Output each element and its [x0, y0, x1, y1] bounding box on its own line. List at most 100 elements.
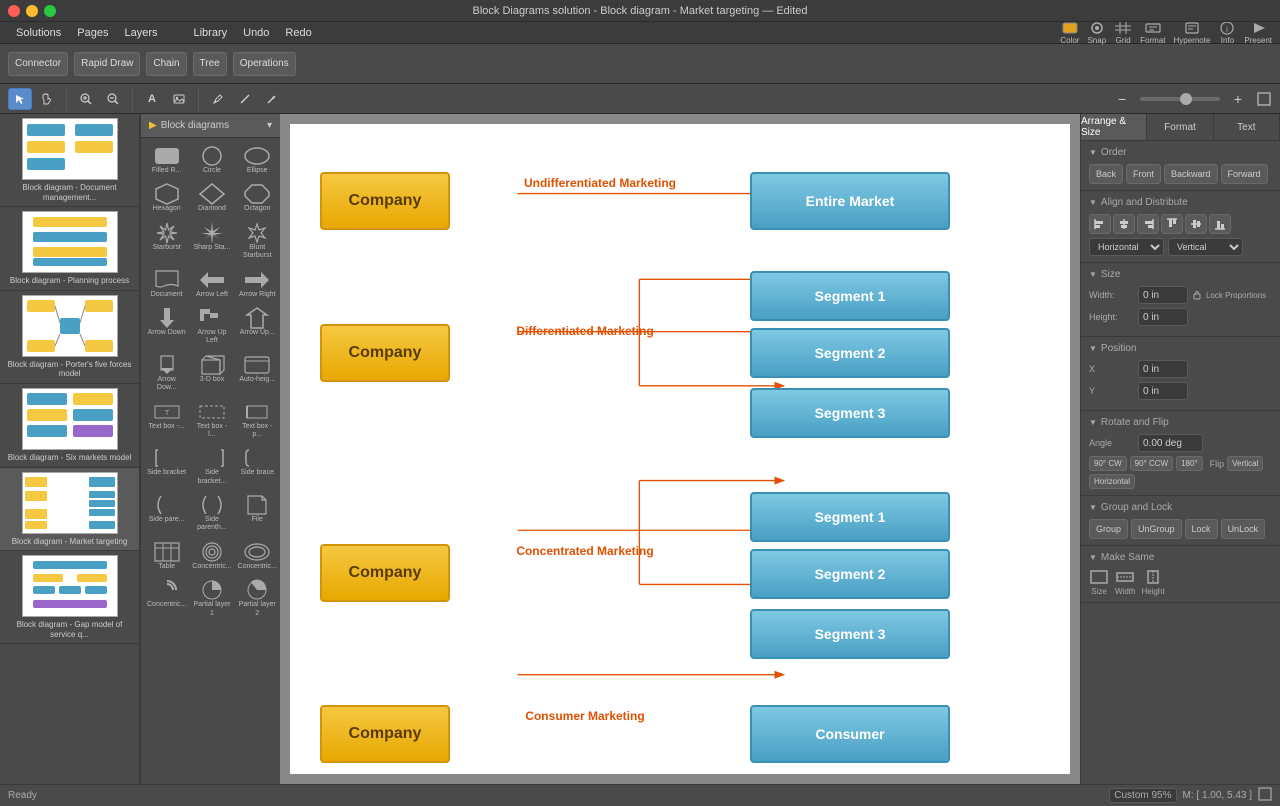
flip-vertical-btn[interactable]: Vertical [1227, 456, 1263, 471]
shape-filled-rect[interactable]: Filled R... [145, 142, 188, 178]
operations-btn[interactable]: Operations [233, 52, 296, 76]
align-bottom-btn[interactable] [1209, 214, 1231, 234]
shape-text-box2[interactable]: Text box - l... [190, 398, 233, 443]
select-tool[interactable] [8, 88, 32, 110]
image-tool[interactable] [167, 88, 191, 110]
tree-btn[interactable]: Tree [193, 52, 227, 76]
rotate-180-btn[interactable]: 180° [1176, 456, 1203, 471]
segment-3-row2[interactable]: Segment 3 [750, 388, 950, 438]
format-btn[interactable]: Format [1140, 21, 1165, 45]
shapes-menu-btn[interactable]: ▾ [267, 120, 272, 131]
forward-btn[interactable]: Forward [1221, 164, 1268, 184]
lock-btn[interactable]: Lock [1185, 519, 1218, 539]
align-vert-select[interactable]: Vertical Horizontal [1168, 238, 1243, 256]
info-btn[interactable]: i Info [1218, 21, 1236, 45]
align-center-btn[interactable] [1113, 214, 1135, 234]
segment-2-row3[interactable]: Segment 2 [750, 549, 950, 599]
align-middle-btn[interactable] [1185, 214, 1207, 234]
pen-tool[interactable] [206, 88, 230, 110]
line-tool[interactable] [233, 88, 257, 110]
shape-arrow-left[interactable]: Arrow Left [190, 266, 233, 302]
shape-side-paren[interactable]: Side pare... [145, 491, 188, 536]
shape-arrow-down3[interactable]: Arrow Dow... [145, 351, 188, 396]
shape-auto-height[interactable]: Auto-heig... [236, 351, 279, 396]
tab-format[interactable]: Format [1147, 114, 1213, 140]
y-input[interactable] [1138, 382, 1188, 400]
group-btn[interactable]: Group [1089, 519, 1128, 539]
segment-consumer[interactable]: Consumer [750, 705, 950, 763]
shape-side-paren2[interactable]: Side parenth... [190, 491, 233, 536]
shape-text-box3[interactable]: Text box - p... [236, 398, 279, 443]
shape-side-bracket2[interactable]: Side bracket... [190, 444, 233, 489]
x-input[interactable] [1138, 360, 1188, 378]
diagram-item-2[interactable]: Block diagram - Porter's five forces mod… [0, 291, 139, 384]
shape-document[interactable]: Document [145, 266, 188, 302]
shape-arrow-up-left[interactable]: Arrow Up Left [190, 304, 233, 349]
rotate-90ccw-btn[interactable]: 90° CCW [1130, 456, 1173, 471]
fit-icon[interactable] [1258, 787, 1272, 804]
shape-arrow-up2[interactable]: Arrow Up... [236, 304, 279, 349]
shape-file[interactable]: File [236, 491, 279, 536]
shape-partial2[interactable]: Partial layer 2 [236, 576, 279, 621]
grid-btn[interactable]: Grid [1114, 21, 1132, 45]
shape-arrow-right[interactable]: Arrow Right [236, 266, 279, 302]
width-input[interactable] [1138, 286, 1188, 304]
close-button[interactable] [8, 5, 20, 17]
segment-1-row3[interactable]: Segment 1 [750, 492, 950, 542]
segment-1-row2[interactable]: Segment 1 [750, 271, 950, 321]
zoom-slider[interactable] [1140, 97, 1220, 101]
diagram-item-1[interactable]: Block diagram - Planning process [0, 207, 139, 291]
shape-circle[interactable]: Circle [190, 142, 233, 178]
status-zoom[interactable]: Custom 95% [1109, 788, 1176, 803]
shape-hexagon[interactable]: Hexagon [145, 180, 188, 216]
connector-btn[interactable]: Connector [8, 52, 68, 76]
shape-starburst[interactable]: Starburst [145, 219, 188, 264]
shape-octagon[interactable]: Octagon [236, 180, 279, 216]
shape-side-brace[interactable]: Side brace [236, 444, 279, 489]
shape-side-bracket[interactable]: Side bracket [145, 444, 188, 489]
align-horiz-select[interactable]: Horizontal Vertical [1089, 238, 1164, 256]
shape-ellipse[interactable]: Ellipse [236, 142, 279, 178]
align-top-btn[interactable] [1161, 214, 1183, 234]
diagram-item-4[interactable]: Block diagram - Market targeting [0, 468, 139, 552]
angle-input[interactable] [1138, 434, 1203, 452]
align-right-btn[interactable] [1137, 214, 1159, 234]
shape-blunt-star[interactable]: Blunt Starburst [236, 219, 279, 264]
backward-btn[interactable]: Backward [1164, 164, 1218, 184]
make-same-width[interactable]: Width [1115, 569, 1135, 596]
ungroup-btn[interactable]: UnGroup [1131, 519, 1182, 539]
shape-3d-box[interactable]: 3-D box [190, 351, 233, 396]
tab-text[interactable]: Text [1214, 114, 1280, 140]
maximize-button[interactable] [44, 5, 56, 17]
shape-diamond[interactable]: Diamond [190, 180, 233, 216]
rapiddraw-btn[interactable]: Rapid Draw [74, 52, 140, 76]
minimize-button[interactable] [26, 5, 38, 17]
shape-sharp-star[interactable]: Sharp Sta... [190, 219, 233, 264]
snap-btn[interactable]: Snap [1087, 21, 1106, 45]
tab-arrange-size[interactable]: Arrange & Size [1081, 114, 1147, 140]
height-input[interactable] [1138, 308, 1188, 326]
company-box-2[interactable]: Company [320, 324, 450, 382]
diagram-item-3[interactable]: Block diagram - Six markets model [0, 384, 139, 468]
diagram-item-5[interactable]: Block diagram - Gap model of service q..… [0, 551, 139, 644]
unlock-btn[interactable]: UnLock [1221, 519, 1266, 539]
canvas[interactable]: Company Undifferentiated Marketing Entir… [290, 124, 1070, 774]
shape-concentric4[interactable]: Concentric... [145, 576, 188, 621]
shape-concentric1[interactable]: Concentric... [190, 538, 233, 574]
shape-table[interactable]: Table [145, 538, 188, 574]
shape-arrow-down[interactable]: Arrow Down [145, 304, 188, 349]
zoom-in-tool[interactable] [74, 88, 98, 110]
company-box-4[interactable]: Company [320, 705, 450, 763]
arrow-tool[interactable] [260, 88, 284, 110]
make-same-size[interactable]: Size [1089, 569, 1109, 596]
hand-tool[interactable] [35, 88, 59, 110]
shape-text-box1[interactable]: T Text box -... [145, 398, 188, 443]
text-tool[interactable]: A [140, 88, 164, 110]
hypernote-btn[interactable]: Hypernote [1174, 21, 1211, 45]
shape-partial1[interactable]: Partial layer 1 [190, 576, 233, 621]
present-btn[interactable]: Present [1244, 21, 1272, 45]
menu-pages[interactable]: Pages [69, 25, 116, 41]
menu-undo[interactable]: Undo [235, 25, 277, 41]
segment-3-row3[interactable]: Segment 3 [750, 609, 950, 659]
zoom-plus[interactable]: + [1226, 88, 1250, 110]
